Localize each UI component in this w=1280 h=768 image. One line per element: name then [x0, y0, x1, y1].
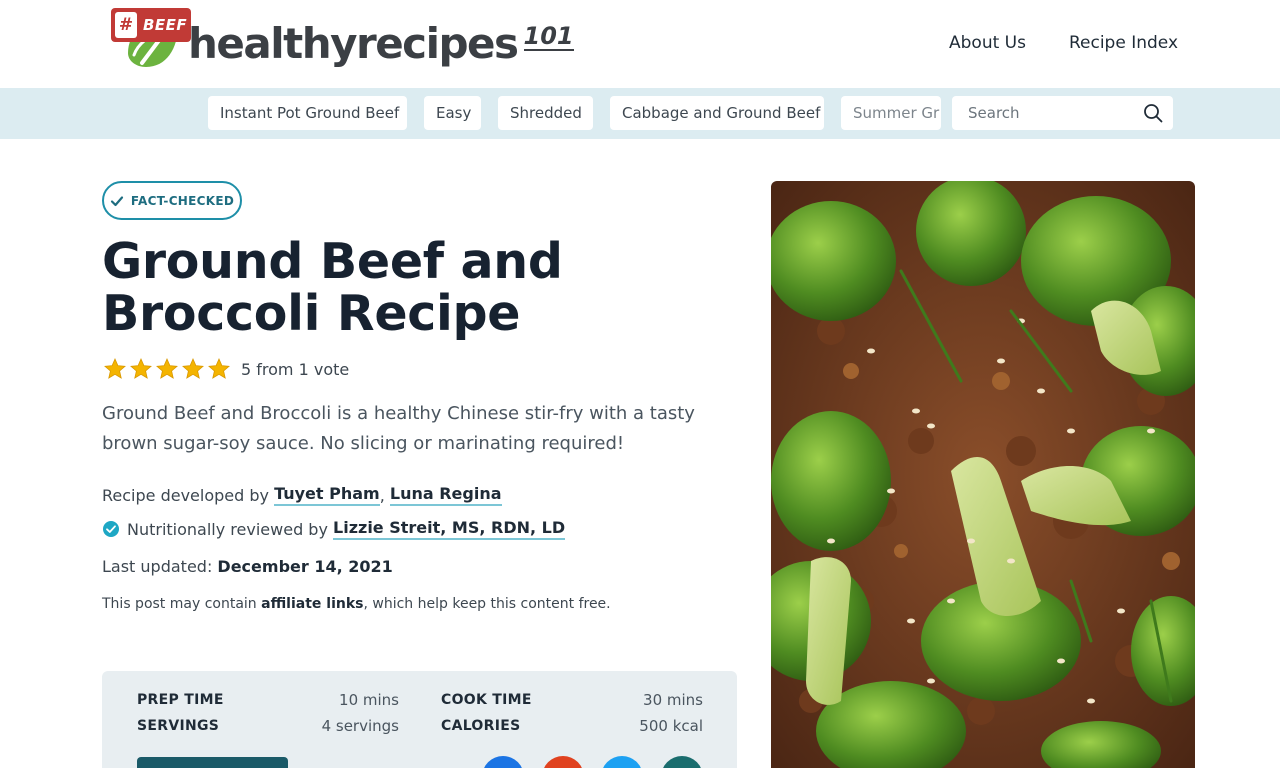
tag-summer[interactable]: Summer Gr — [841, 96, 941, 130]
hashtag-icon: # — [115, 12, 137, 38]
nutrition-reviewer: Nutritionally reviewed by Lizzie Streit,… — [102, 518, 566, 540]
last-updated: Last updated: December 14, 2021 — [102, 557, 393, 576]
recipe-meta-card: PREP TIME 10 mins COOK TIME 30 mins SERV… — [102, 671, 737, 768]
author-link-tuyet-pham[interactable]: Tuyet Pham — [274, 484, 380, 506]
tag-instant-pot-ground-beef[interactable]: Instant Pot Ground Beef — [208, 96, 407, 130]
calories-label: CALORIES — [441, 718, 521, 734]
ground-beef-broccoli-photo — [771, 181, 1195, 768]
star-icon[interactable] — [103, 357, 127, 381]
beef-category-badge[interactable]: # BEEF — [111, 8, 191, 42]
prep-time-label: PREP TIME — [137, 692, 224, 708]
tag-easy[interactable]: Easy — [424, 96, 481, 130]
nav-recipe-index[interactable]: Recipe Index — [1069, 33, 1178, 53]
servings-value: 4 servings — [321, 717, 399, 735]
fact-checked-label: FACT-CHECKED — [130, 193, 235, 208]
check-icon — [110, 195, 123, 206]
recipe-developers: Recipe developed by Tuyet Pham , Luna Re… — [102, 484, 502, 506]
hero-food-image — [771, 181, 1195, 768]
fact-checked-badge[interactable]: FACT-CHECKED — [102, 181, 242, 220]
page-title: Ground Beef and Broccoli Recipe — [102, 233, 563, 342]
developed-by-label: Recipe developed by — [102, 485, 275, 505]
calories-value: 500 kcal — [639, 717, 703, 735]
tag-shredded[interactable]: Shredded — [498, 96, 593, 130]
affiliate-links-link[interactable]: affiliate links — [261, 596, 363, 612]
email-share-icon[interactable] — [661, 756, 703, 768]
site-header: healthyrecipes 101 About Us Recipe Index — [0, 0, 1280, 88]
affiliate-text-pre: This post may contain — [102, 596, 262, 612]
facebook-share-icon[interactable] — [482, 756, 524, 768]
cook-time-label: COOK TIME — [441, 692, 532, 708]
star-icon[interactable] — [181, 357, 205, 381]
star-icon[interactable] — [129, 357, 153, 381]
author-separator: , — [379, 485, 390, 505]
top-nav: About Us Recipe Index — [949, 33, 1178, 53]
author-link-luna-regina[interactable]: Luna Regina — [389, 484, 502, 506]
jump-to-recipe-button[interactable] — [137, 757, 288, 768]
cook-time-value: 30 mins — [643, 691, 703, 709]
search-box — [952, 96, 1173, 130]
recipe-description: Ground Beef and Broccoli is a healthy Ch… — [102, 403, 695, 454]
twitter-share-icon[interactable] — [601, 756, 643, 768]
star-icon[interactable] — [155, 357, 179, 381]
reviewer-link[interactable]: Lizzie Streit, MS, RDN, LD — [333, 518, 566, 540]
reviewed-by-label: Nutritionally reviewed by — [127, 519, 334, 539]
verified-badge-icon — [103, 521, 119, 537]
logo-wordmark: healthyrecipes — [188, 19, 519, 68]
logo-suffix: 101 — [523, 22, 574, 52]
rating-stars — [103, 357, 231, 381]
last-updated-label: Last updated: — [102, 557, 218, 576]
tag-cabbage-and-ground-beef[interactable]: Cabbage and Ground Beef — [610, 96, 824, 130]
search-input[interactable] — [968, 104, 1128, 122]
last-updated-date: December 14, 2021 — [217, 557, 393, 576]
pinterest-share-icon[interactable] — [542, 756, 584, 768]
servings-label: SERVINGS — [137, 718, 220, 734]
recipe-rating[interactable]: 5 from 1 vote — [103, 357, 349, 381]
affiliate-text-post: , which help keep this content free. — [363, 596, 611, 612]
search-icon[interactable] — [1143, 103, 1163, 123]
badge-label: BEEF — [143, 16, 188, 34]
prep-time-value: 10 mins — [339, 691, 399, 709]
nav-about-us[interactable]: About Us — [949, 33, 1026, 53]
affiliate-disclosure: This post may contain affiliate links, w… — [102, 596, 611, 612]
star-icon[interactable] — [207, 357, 231, 381]
rating-text: 5 from 1 vote — [241, 359, 350, 379]
